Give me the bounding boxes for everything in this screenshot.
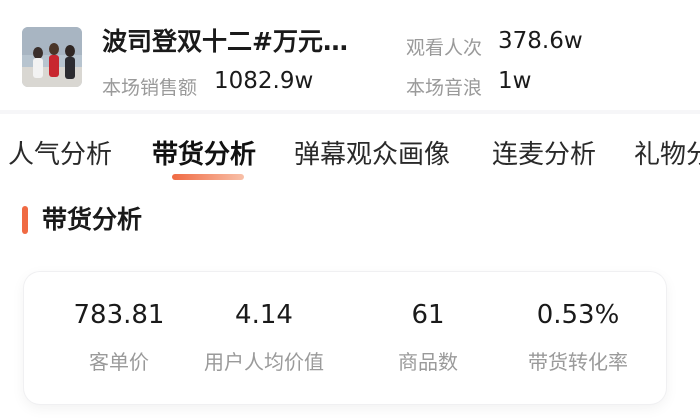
sales-value: 1082.9w xyxy=(214,68,314,94)
stat-label: 用户人均价值 xyxy=(204,350,324,374)
stat-label: 商品数 xyxy=(398,350,458,374)
analysis-tabs: 人气分析 带货分析 弹幕观众画像 连麦分析 礼物分 xyxy=(0,126,700,186)
stat-label: 客单价 xyxy=(89,350,149,374)
stat-value: 783.81 xyxy=(73,300,165,330)
stat-value: 61 xyxy=(411,300,445,330)
stream-cover-thumbnail[interactable] xyxy=(22,27,82,87)
active-tab-indicator xyxy=(172,174,244,180)
stat-label: 带货转化率 xyxy=(528,350,628,374)
sound-wave-label: 本场音浪 xyxy=(406,77,483,99)
tab-popularity-analysis[interactable]: 人气分析 xyxy=(8,134,112,171)
views-value: 378.6w xyxy=(498,28,583,54)
header-separator xyxy=(0,110,700,114)
stat-value: 0.53% xyxy=(536,300,620,330)
tab-comment-audience-profile[interactable]: 弹幕观众画像 xyxy=(294,134,450,171)
sound-wave-value: 1w xyxy=(498,68,532,94)
tab-co-stream-analysis[interactable]: 连麦分析 xyxy=(492,134,596,171)
sales-label: 本场销售额 xyxy=(102,77,198,99)
cover-image xyxy=(22,27,82,87)
section-accent-bar xyxy=(22,206,28,234)
section-title: 带货分析 xyxy=(42,205,143,234)
tab-gift-analysis[interactable]: 礼物分 xyxy=(634,134,700,171)
tab-sales-analysis[interactable]: 带货分析 xyxy=(152,134,256,171)
stream-title[interactable]: 波司登双十二#万元… xyxy=(102,22,392,62)
sales-stats-card: 783.81 客单价 4.14 用户人均价值 61 商品数 0.53% 带货转化… xyxy=(24,272,666,404)
live-stream-header: 波司登双十二#万元… 观看人次 378.6w 本场销售额 1082.9w 本场音… xyxy=(0,0,700,112)
views-label: 观看人次 xyxy=(406,37,483,59)
stat-value: 4.14 xyxy=(235,300,293,330)
